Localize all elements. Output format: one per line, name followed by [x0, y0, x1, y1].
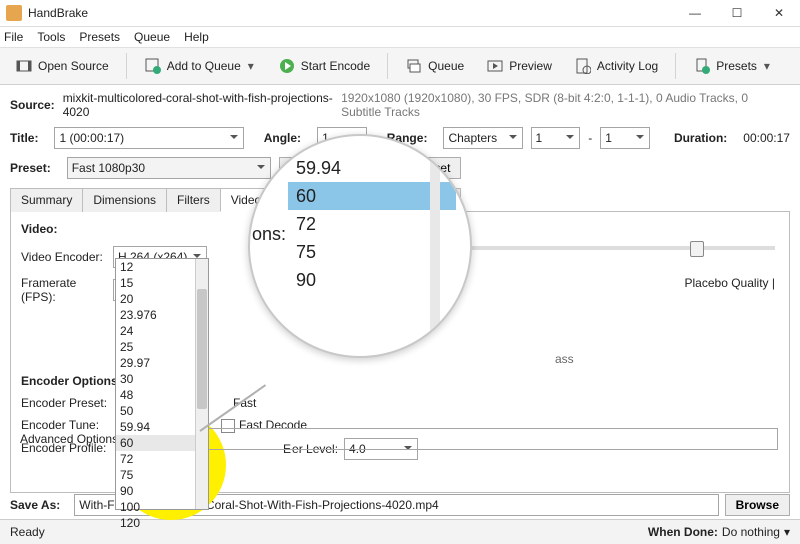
advanced-options-input[interactable]: [127, 428, 778, 450]
minimize-button[interactable]: —: [674, 0, 716, 26]
dropdown-scrollbar[interactable]: [195, 259, 208, 509]
preset-select[interactable]: Fast 1080p30: [67, 157, 271, 179]
slider-thumb[interactable]: [690, 241, 704, 257]
play-icon: [278, 57, 296, 75]
start-encode-button[interactable]: Start Encode: [269, 51, 379, 81]
preview-icon: [486, 57, 504, 75]
activity-log-button[interactable]: Activity Log: [565, 51, 667, 81]
presets-button[interactable]: Presets ▾: [684, 51, 781, 81]
save-as-label: Save As:: [10, 498, 60, 512]
video-encoder-label: Video Encoder:: [21, 250, 113, 264]
title-label: Title:: [10, 131, 38, 145]
open-source-label: Open Source: [38, 59, 109, 73]
app-icon: [6, 5, 22, 21]
range-dash: -: [588, 131, 592, 145]
source-row: Source: mixkit-multicolored-coral-shot-w…: [10, 91, 790, 119]
toolbar-separator: [387, 53, 388, 79]
preset-value: Fast 1080p30: [72, 161, 145, 175]
status-ready: Ready: [10, 525, 45, 539]
title-value: 1 (00:00:17): [59, 131, 124, 145]
document-plus-icon: [693, 57, 711, 75]
source-label: Source:: [10, 98, 55, 112]
quality-slider[interactable]: [465, 246, 775, 250]
when-done-value[interactable]: Do nothing: [722, 525, 780, 539]
stack-icon: [405, 57, 423, 75]
image-plus-icon: [144, 57, 162, 75]
film-icon: [15, 57, 33, 75]
browse-button[interactable]: Browse: [725, 494, 790, 516]
tab-dimensions[interactable]: Dimensions: [82, 188, 167, 212]
chevron-down-icon[interactable]: ▾: [246, 59, 256, 73]
magnifier: ons: 59.94 60 72 75 90: [248, 134, 468, 354]
open-source-button[interactable]: Open Source: [6, 51, 118, 81]
activity-log-label: Activity Log: [597, 59, 658, 73]
maximize-button[interactable]: ☐: [716, 0, 758, 26]
title-select[interactable]: 1 (00:00:17): [54, 127, 243, 149]
queue-button[interactable]: Queue: [396, 51, 473, 81]
window-titlebar: HandBrake — ☐ ✕: [0, 0, 800, 27]
menu-tools[interactable]: Tools: [37, 30, 65, 44]
duration-label: Duration:: [674, 131, 727, 145]
add-to-queue-label: Add to Queue: [167, 59, 241, 73]
source-meta: 1920x1080 (1920x1080), 30 FPS, SDR (8-bi…: [341, 91, 790, 119]
preview-label: Preview: [509, 59, 552, 73]
close-button[interactable]: ✕: [758, 0, 800, 26]
menu-queue[interactable]: Queue: [134, 30, 170, 44]
two-pass-fragment: ass: [555, 352, 574, 366]
queue-label: Queue: [428, 59, 464, 73]
range-to-value: 1: [605, 131, 612, 145]
range-from-value: 1: [536, 131, 543, 145]
range-to-select[interactable]: 1: [600, 127, 650, 149]
chevron-down-icon[interactable]: ▾: [762, 59, 772, 73]
tab-summary[interactable]: Summary: [10, 188, 83, 212]
fps-option[interactable]: 120: [116, 515, 208, 531]
menu-presets[interactable]: Presets: [79, 30, 120, 44]
preview-button[interactable]: Preview: [477, 51, 561, 81]
magnifier-scrollbar: [430, 160, 440, 332]
log-icon: [574, 57, 592, 75]
encoder-preset-label: Encoder Preset:: [21, 396, 113, 410]
scrollbar-thumb[interactable]: [197, 289, 207, 409]
start-encode-label: Start Encode: [301, 59, 370, 73]
framerate-label: Framerate (FPS):: [21, 276, 113, 304]
when-done-label: When Done:: [648, 525, 718, 539]
window-title: HandBrake: [28, 6, 674, 20]
placebo-quality-label: Placebo Quality |: [685, 276, 776, 290]
toolbar-separator: [675, 53, 676, 79]
tab-filters[interactable]: Filters: [166, 188, 221, 212]
menu-bar: File Tools Presets Queue Help: [0, 27, 800, 47]
toolbar-separator: [126, 53, 127, 79]
preset-label: Preset:: [10, 161, 51, 175]
menu-help[interactable]: Help: [184, 30, 209, 44]
advanced-options-label: Advanced Options:: [20, 432, 121, 446]
browse-label: Browse: [736, 498, 779, 512]
framerate-dropdown-list[interactable]: 12 15 20 23.976 24 25 29.97 30 48 50 59.…: [115, 258, 209, 510]
toolbar: Open Source Add to Queue ▾ Start Encode …: [0, 47, 800, 85]
duration-value: 00:00:17: [743, 131, 790, 145]
chevron-down-icon[interactable]: ▾: [784, 525, 790, 539]
presets-label: Presets: [716, 59, 757, 73]
range-from-select[interactable]: 1: [531, 127, 581, 149]
menu-file[interactable]: File: [4, 30, 23, 44]
source-value: mixkit-multicolored-coral-shot-with-fish…: [63, 91, 335, 119]
add-to-queue-button[interactable]: Add to Queue ▾: [135, 51, 265, 81]
